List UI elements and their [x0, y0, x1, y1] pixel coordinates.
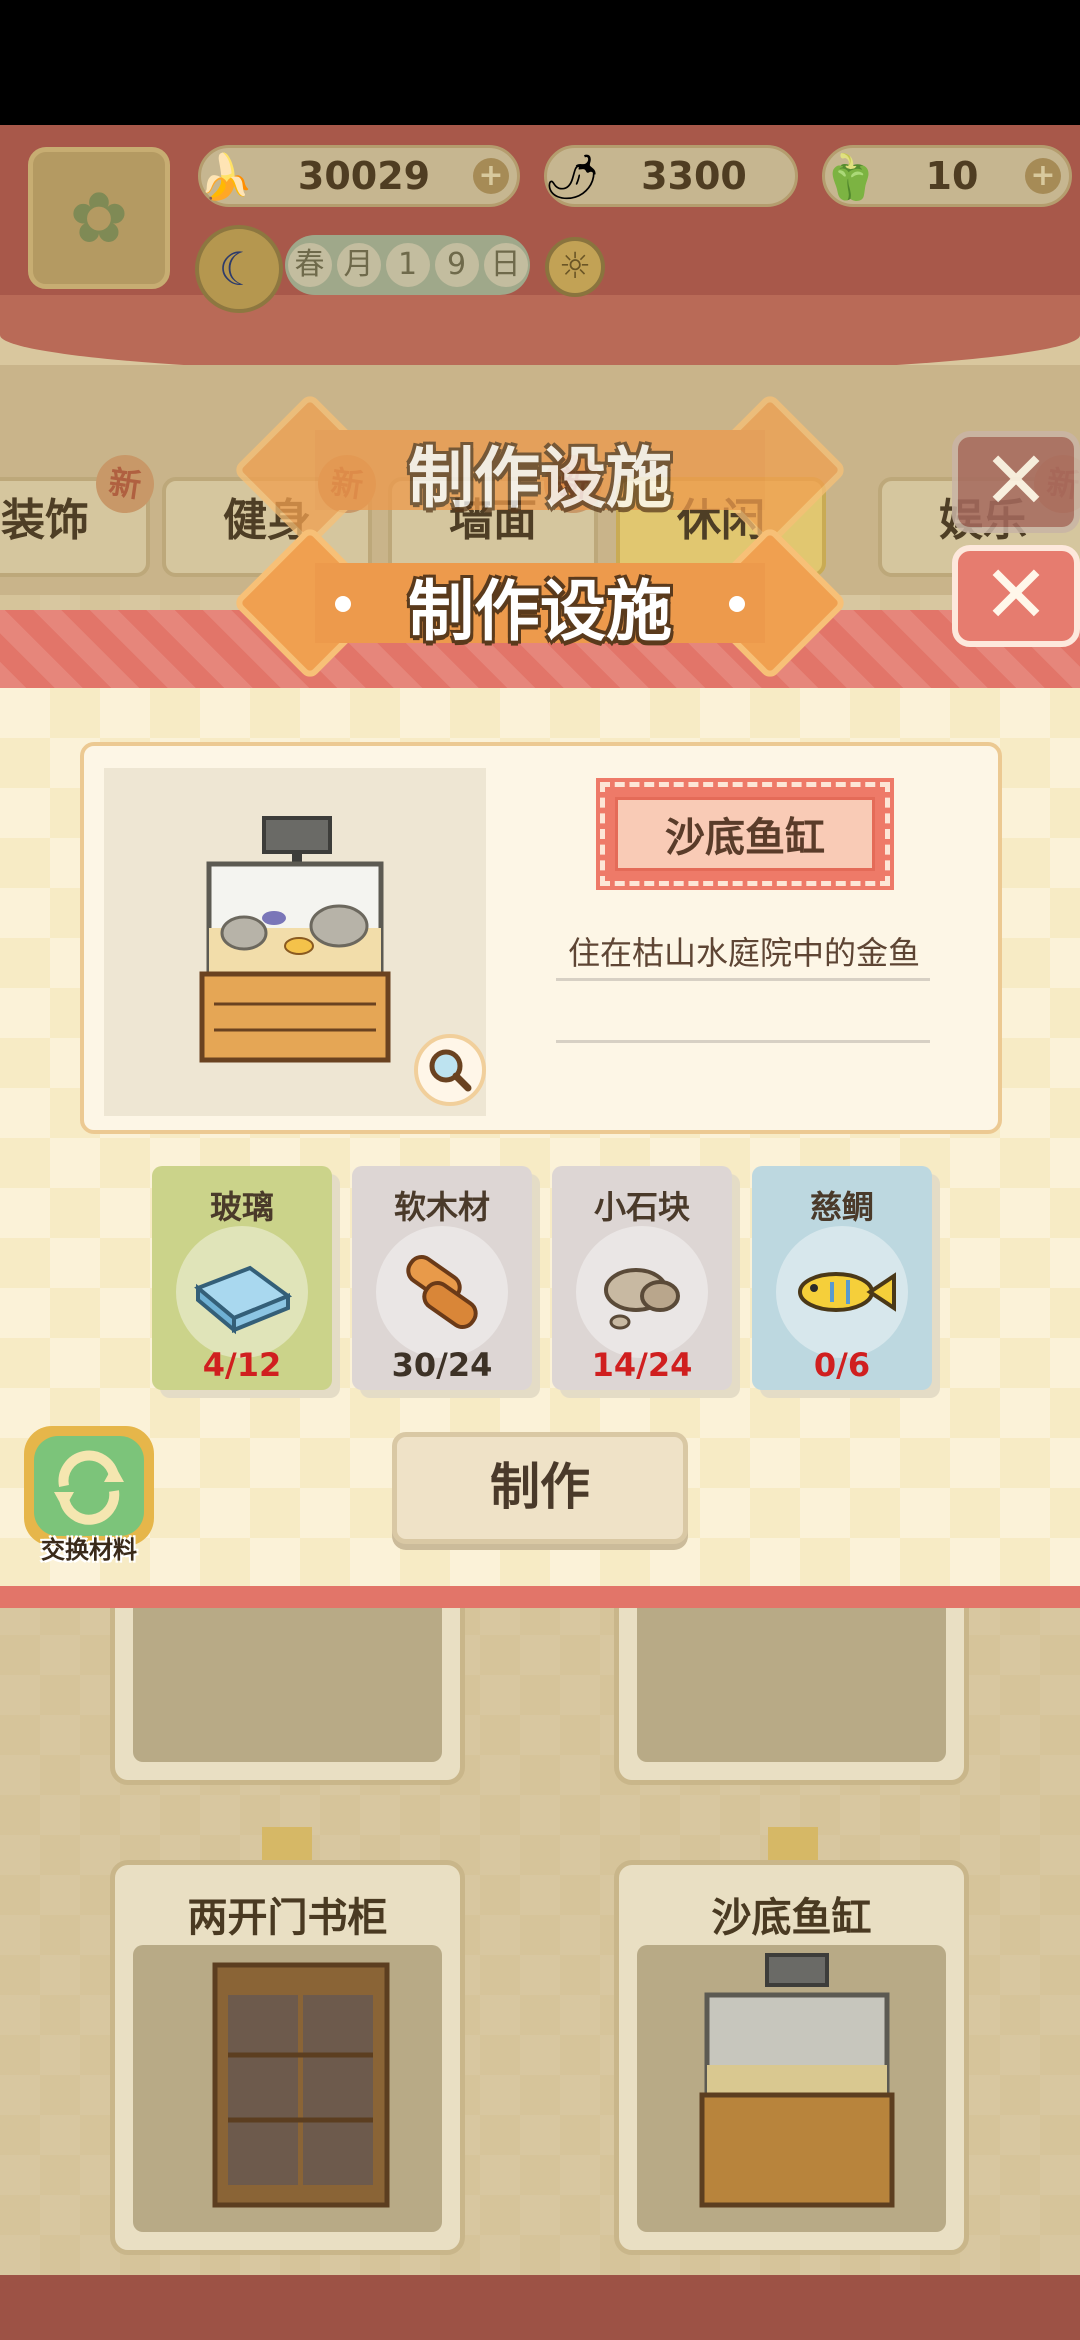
material-icon-bg	[176, 1226, 308, 1358]
material-count: 14/24	[591, 1346, 693, 1384]
item-description: 住在枯山水庭院中的金鱼	[567, 934, 920, 972]
divider	[556, 978, 930, 981]
card-name: 两开门书柜	[187, 1895, 388, 1941]
material-icon-bg	[376, 1226, 508, 1358]
status-bar	[0, 0, 1080, 125]
material-icon-bg	[576, 1226, 708, 1358]
bookshelf-art	[133, 1590, 442, 1762]
material-name: 玻璃	[209, 1188, 274, 1226]
magnifier-icon	[429, 1049, 472, 1092]
exchange-materials-button[interactable]: 交换材料	[18, 1426, 160, 1566]
item-name-stamp: 沙底鱼缸	[596, 778, 894, 890]
close-icon: ✕	[982, 434, 1050, 527]
weather-sun-icon: ☼	[545, 237, 605, 297]
glass-pane-icon	[194, 1265, 293, 1335]
date-char: 月	[336, 243, 381, 287]
date-char: 日	[483, 243, 528, 287]
aquarium-art	[637, 1945, 946, 2232]
add-banana-button[interactable]: +	[473, 158, 509, 194]
dialog-title-banner: 制作设施	[232, 525, 848, 681]
blue-pepper-resource: 🫑 10 +	[822, 145, 1072, 207]
close-button[interactable]: ✕	[952, 545, 1080, 647]
catalog-card-double-door-bookcase[interactable]: 两开门书柜	[110, 1860, 465, 2255]
new-badge: 新	[92, 451, 158, 517]
exchange-arrows-icon	[54, 1450, 124, 1525]
background-close-button: ✕	[952, 431, 1080, 533]
material-cichlid[interactable]: 慈鲷 0/6	[752, 1166, 932, 1390]
banana-resource: 🍌 30029 +	[198, 145, 520, 207]
material-icon-bg	[776, 1226, 908, 1358]
pepper-count: 3300	[641, 154, 747, 198]
cork-log-icon	[406, 1255, 478, 1329]
blue-pepper-count: 10	[925, 154, 979, 198]
aquarium-icon	[699, 1953, 895, 2208]
moon-clock-icon: ☾	[195, 225, 283, 313]
bookcase-icon	[212, 1962, 390, 2208]
stamp-inner: 沙底鱼缸	[615, 797, 875, 871]
stone-icon	[604, 1268, 680, 1330]
date-char: 春	[287, 243, 332, 287]
tab-label: 装饰	[1, 495, 89, 546]
craft-button[interactable]: 制作	[392, 1432, 688, 1544]
cabinet-art	[637, 1590, 946, 1762]
tab-decoration[interactable]: 装饰 新	[0, 451, 158, 577]
date-char: 9	[434, 243, 479, 287]
background-title: 制作设施	[408, 440, 672, 517]
add-blue-pepper-button[interactable]: +	[1025, 158, 1061, 194]
craft-label: 制作	[490, 1458, 590, 1516]
exchange-label: 交换材料	[41, 1536, 137, 1564]
material-count: 4/12	[202, 1346, 282, 1384]
banana-icon: 🍌	[198, 152, 254, 203]
close-icon: ✕	[982, 548, 1050, 641]
pepper-resource: 🌶 3300	[544, 145, 798, 207]
clover-menu-button[interactable]: ✿	[28, 147, 170, 289]
date-display: 春 月 1 9 日	[285, 235, 530, 295]
background-title-banner: 制作设施	[232, 392, 848, 548]
cichlid-fish-icon	[798, 1272, 896, 1312]
material-name: 小石块	[593, 1188, 690, 1226]
item-info-panel: 沙底鱼缸 住在枯山水庭院中的金鱼	[80, 742, 1002, 1134]
material-name: 软木材	[393, 1188, 490, 1226]
material-count: 30/24	[391, 1346, 493, 1384]
material-name: 慈鲷	[809, 1188, 874, 1226]
material-small-stone[interactable]: 小石块 14/24	[552, 1166, 732, 1390]
header-curtain	[0, 295, 1080, 375]
bookcase-art	[133, 1945, 442, 2232]
flame-pepper-icon: 🌶	[544, 152, 600, 203]
item-name: 沙底鱼缸	[665, 815, 825, 861]
zoom-button[interactable]	[414, 1034, 486, 1106]
divider	[556, 1040, 930, 1043]
bottom-band	[0, 2275, 1080, 2340]
dialog-bottom-stripe	[0, 1586, 1080, 1608]
catalog-card-sand-aquarium[interactable]: 沙底鱼缸	[614, 1860, 969, 2255]
date-char: 1	[385, 243, 430, 287]
catalog-card-bookshelf-partial[interactable]	[110, 1585, 465, 1785]
banana-count: 30029	[297, 154, 431, 198]
material-glass[interactable]: 玻璃 4/12	[152, 1166, 332, 1390]
dialog-title: 制作设施	[408, 573, 672, 650]
material-count: 0/6	[813, 1346, 871, 1384]
card-name: 沙底鱼缸	[711, 1895, 872, 1941]
material-cork-wood[interactable]: 软木材 30/24	[352, 1166, 532, 1390]
clover-icon: ✿	[69, 177, 129, 259]
blue-pepper-icon: 🫑	[822, 152, 878, 203]
catalog-card-cabinet-partial[interactable]	[614, 1585, 969, 1785]
exchange-inner	[34, 1436, 144, 1536]
